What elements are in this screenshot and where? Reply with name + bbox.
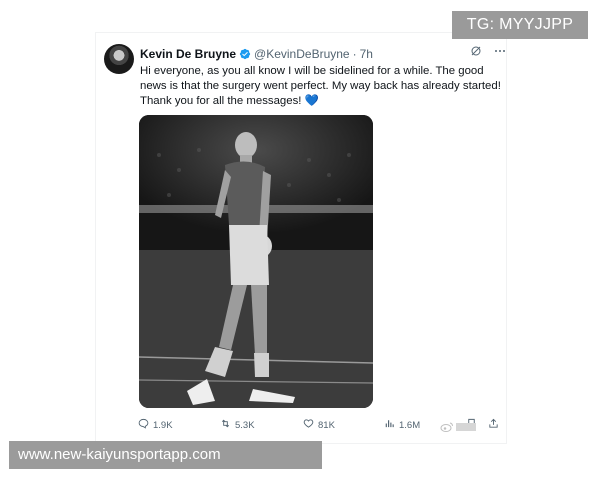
like-count: 81K <box>318 419 335 431</box>
views-icon <box>384 418 395 432</box>
tweet-body: Hi everyone, as you all know I will be s… <box>140 65 501 107</box>
more-icon[interactable] <box>494 45 506 60</box>
reply-icon <box>138 418 149 432</box>
views-button[interactable]: 1.6M <box>384 418 420 432</box>
repost-button[interactable]: 5.3K <box>220 418 255 432</box>
share-icon <box>488 418 499 432</box>
reply-count: 1.9K <box>153 419 173 431</box>
tweet-top-icons <box>470 45 506 60</box>
tweet-header: Kevin De Bruyne @KevinDeBruyne · 7h <box>140 47 373 61</box>
verified-badge-icon <box>239 48 251 60</box>
author-handle[interactable]: @KevinDeBruyne <box>254 47 350 61</box>
repost-icon <box>220 418 231 432</box>
separator: · <box>352 47 357 61</box>
watermark-logo <box>440 421 476 433</box>
website-overlay-label: www.new-kaiyunsportapp.com <box>9 441 322 469</box>
timestamp[interactable]: 7h <box>360 47 373 61</box>
like-icon <box>303 418 314 432</box>
telegram-overlay-label: TG: MYYJJPP <box>452 11 588 39</box>
author-avatar[interactable] <box>104 44 134 74</box>
tweet-photo[interactable] <box>139 115 373 408</box>
views-count: 1.6M <box>399 419 421 431</box>
tweet-text: Hi everyone, as you all know I will be s… <box>140 64 502 109</box>
repost-count: 5.3K <box>235 419 255 431</box>
reply-button[interactable]: 1.9K <box>138 418 173 432</box>
like-button[interactable]: 81K <box>303 418 335 432</box>
grok-icon[interactable] <box>470 45 482 60</box>
blue-heart-emoji: 💙 <box>304 95 319 107</box>
share-button[interactable] <box>488 418 499 432</box>
author-name[interactable]: Kevin De Bruyne <box>140 47 236 61</box>
